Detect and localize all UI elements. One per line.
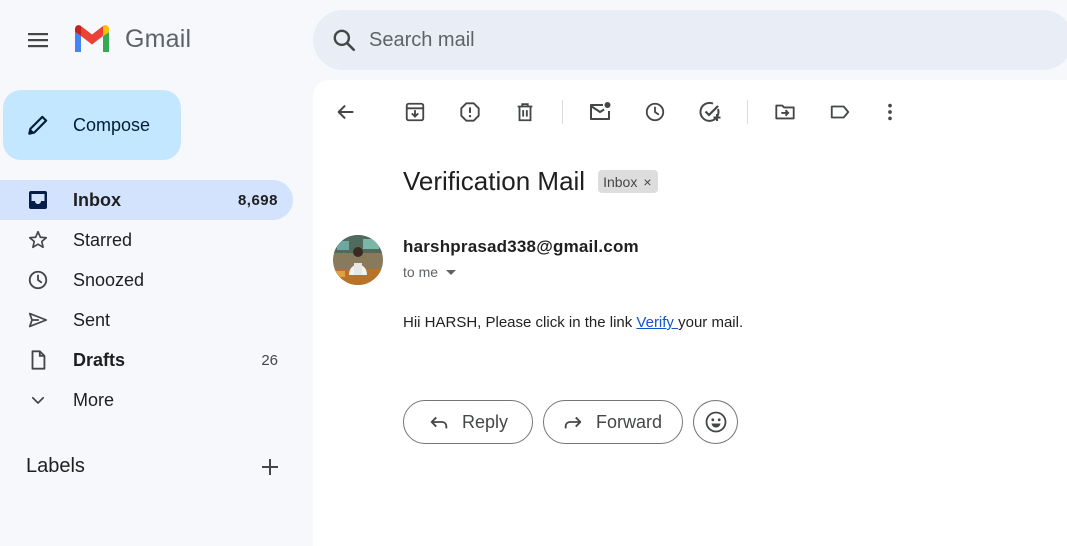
archive-button[interactable] [400,97,430,127]
sidebar-item-label: Snoozed [73,269,145,290]
send-icon [25,307,51,333]
snooze-button[interactable] [640,97,670,127]
sidebar-item-inbox[interactable]: Inbox 8,698 [0,180,293,220]
message-view: Verification Mail Inbox × harshprasad338… [313,80,1067,546]
mark-unread-icon [590,102,611,120]
delete-icon [517,103,533,122]
report-spam-button[interactable] [455,97,485,127]
body-text-before: Hii HARSH, Please click in the link [403,314,637,331]
compose-button[interactable]: Compose [3,90,181,160]
forward-button[interactable]: Forward [543,400,683,444]
sender-email[interactable]: harshprasad338@gmail.com [403,237,639,257]
star-icon [25,227,51,253]
reply-label: Reply [462,411,509,432]
more-options-button[interactable] [875,97,905,127]
draft-icon [25,347,51,373]
mark-unread-button[interactable] [585,97,615,127]
sidebar-item-label: Inbox [73,189,121,210]
sidebar-item-starred[interactable]: Starred [0,220,293,260]
recipient-details-toggle[interactable]: to me [403,264,457,280]
search-bar[interactable] [313,10,1067,70]
label-chip-text: Inbox [603,173,638,190]
add-to-tasks-button[interactable] [695,97,725,127]
move-to-icon [775,104,795,120]
draft-count: 26 [261,351,278,369]
label-chip-inbox[interactable]: Inbox × [598,170,658,193]
sidebar-item-label: Drafts [73,349,126,370]
snooze-icon [645,102,665,122]
emoji-reaction-button[interactable] [693,400,738,444]
sidebar-item-more[interactable]: More [0,380,293,420]
archive-icon [405,102,425,122]
sidebar-nav: Inbox 8,698 Starred Snoozed Sent Drafts … [0,180,300,420]
delete-button[interactable] [510,97,540,127]
pencil-icon [28,115,48,135]
unread-count: 8,698 [237,191,278,209]
toolbar-divider [562,100,563,124]
recipient-text: to me [403,264,439,280]
main-menu-button[interactable] [18,20,58,60]
add-to-tasks-icon [699,101,721,122]
search-icon[interactable] [331,27,357,53]
labels-heading: Labels [26,455,85,477]
forward-label: Forward [596,411,663,432]
sidebar-item-label: More [73,389,115,410]
clock-icon [25,267,51,293]
sidebar-item-label: Starred [73,229,133,250]
reply-icon [430,416,448,429]
app-name: Gmail [125,24,192,53]
gmail-m-icon [75,25,109,52]
sender-avatar[interactable] [333,235,383,285]
label-button[interactable] [825,97,855,127]
sidebar-item-drafts[interactable]: Drafts 26 [0,340,293,380]
remove-label-icon[interactable]: × [643,174,651,190]
sidebar-item-label: Sent [73,309,111,330]
sidebar-item-sent[interactable]: Sent [0,300,293,340]
email-subject: Verification Mail [403,166,586,196]
label-icon [830,105,850,119]
emoji-smile-icon [705,411,726,433]
back-arrow-icon [337,104,354,120]
plus-icon[interactable] [258,455,282,479]
verify-link[interactable]: Verify [636,314,678,331]
caret-down-icon [446,269,457,275]
email-body: Hii HARSH, Please click in the link Veri… [403,314,743,331]
hamburger-menu-icon [28,33,48,48]
subject-row: Verification Mail Inbox × [403,166,658,197]
compose-label: Compose [73,114,151,135]
body-text-after: your mail. [678,314,744,331]
more-options-icon [888,103,892,121]
inbox-icon [25,187,51,213]
search-input[interactable] [369,28,969,52]
forward-icon [564,416,582,429]
report-spam-icon [460,102,480,122]
back-button[interactable] [331,97,361,127]
move-to-button[interactable] [770,97,800,127]
reply-button[interactable]: Reply [403,400,533,444]
sidebar-item-snoozed[interactable]: Snoozed [0,260,293,300]
gmail-logo[interactable]: Gmail [72,24,191,54]
toolbar-divider [747,100,748,124]
chevron-down-icon [25,387,51,413]
